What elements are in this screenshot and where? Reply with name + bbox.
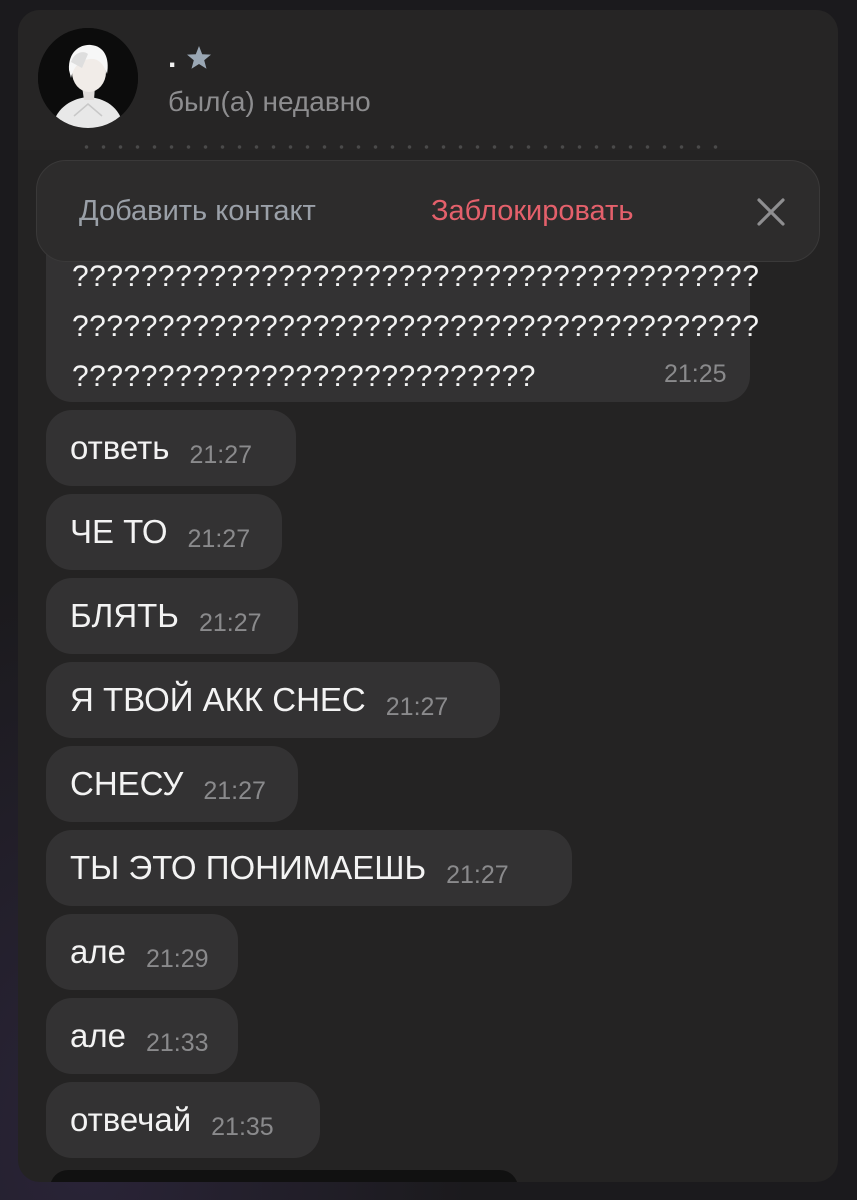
add-contact-button[interactable]: Добавить контакт [79,161,316,261]
star-icon [187,46,212,69]
new-contact-action-bar: Добавить контакт Заблокировать [36,160,820,262]
block-button[interactable]: Заблокировать [431,161,633,261]
message-text-line: ???????????????????????????????????????? [72,260,760,293]
message-time: 21:27 [189,440,253,469]
long-message-bubble: ????????????????????????????????????????… [46,240,759,402]
message-bubble: але 21:29 [46,914,238,990]
message-bubble: ТЫ ЭТО ПОНИМАЕШЬ 21:27 [46,830,572,906]
message-text: СНЕСУ [70,765,184,802]
avatar[interactable] [38,28,138,128]
message-time: 21:35 [211,1112,274,1141]
partial-message-bubble [50,1170,518,1182]
message-time: 21:27 [203,776,266,805]
message-bubble: БЛЯТЬ 21:27 [46,578,298,654]
message-bubble: ЧЕ ТО 21:27 [46,494,282,570]
message-bubble: ответь 21:27 [46,410,296,486]
message-time: 21:29 [145,944,209,973]
message-text-line: ???????????????????????????????????????? [72,310,760,343]
last-seen-status: был(а) недавно [168,86,371,117]
chat-name-text: . [168,41,177,74]
separator [78,144,728,150]
message-text: отвечай [70,1101,192,1138]
message-time: 21:27 [198,608,262,637]
message-bubble: Я ТВОЙ АКК СНЕС 21:27 [46,662,500,738]
message-text: але [70,933,126,970]
chat-header[interactable]: . был(а) недавно [18,10,838,150]
message-text: ответь [70,429,170,466]
message-text: Я ТВОЙ АКК СНЕС [70,681,366,718]
message-time: 21:25 [664,360,727,388]
message-time: 21:33 [145,1028,209,1057]
message-bubble: СНЕСУ 21:27 [46,746,298,822]
chat-title[interactable]: . [168,38,214,78]
message-text: але [70,1017,126,1054]
message-text: ТЫ ЭТО ПОНИМАЕШЬ [70,849,427,886]
message-bubble: але 21:33 [46,998,238,1074]
message-time: 21:27 [385,692,449,721]
close-icon[interactable] [751,192,791,232]
message-text: БЛЯТЬ [70,597,179,634]
chat-window: ????????????????????????????????????????… [18,10,838,1182]
message-time: 21:27 [446,860,509,889]
message-text: ЧЕ ТО [70,513,168,550]
message-text-line: ??????????????????????????? [72,360,536,393]
message-bubble: отвечай 21:35 [46,1082,320,1158]
message-time: 21:27 [187,524,251,553]
